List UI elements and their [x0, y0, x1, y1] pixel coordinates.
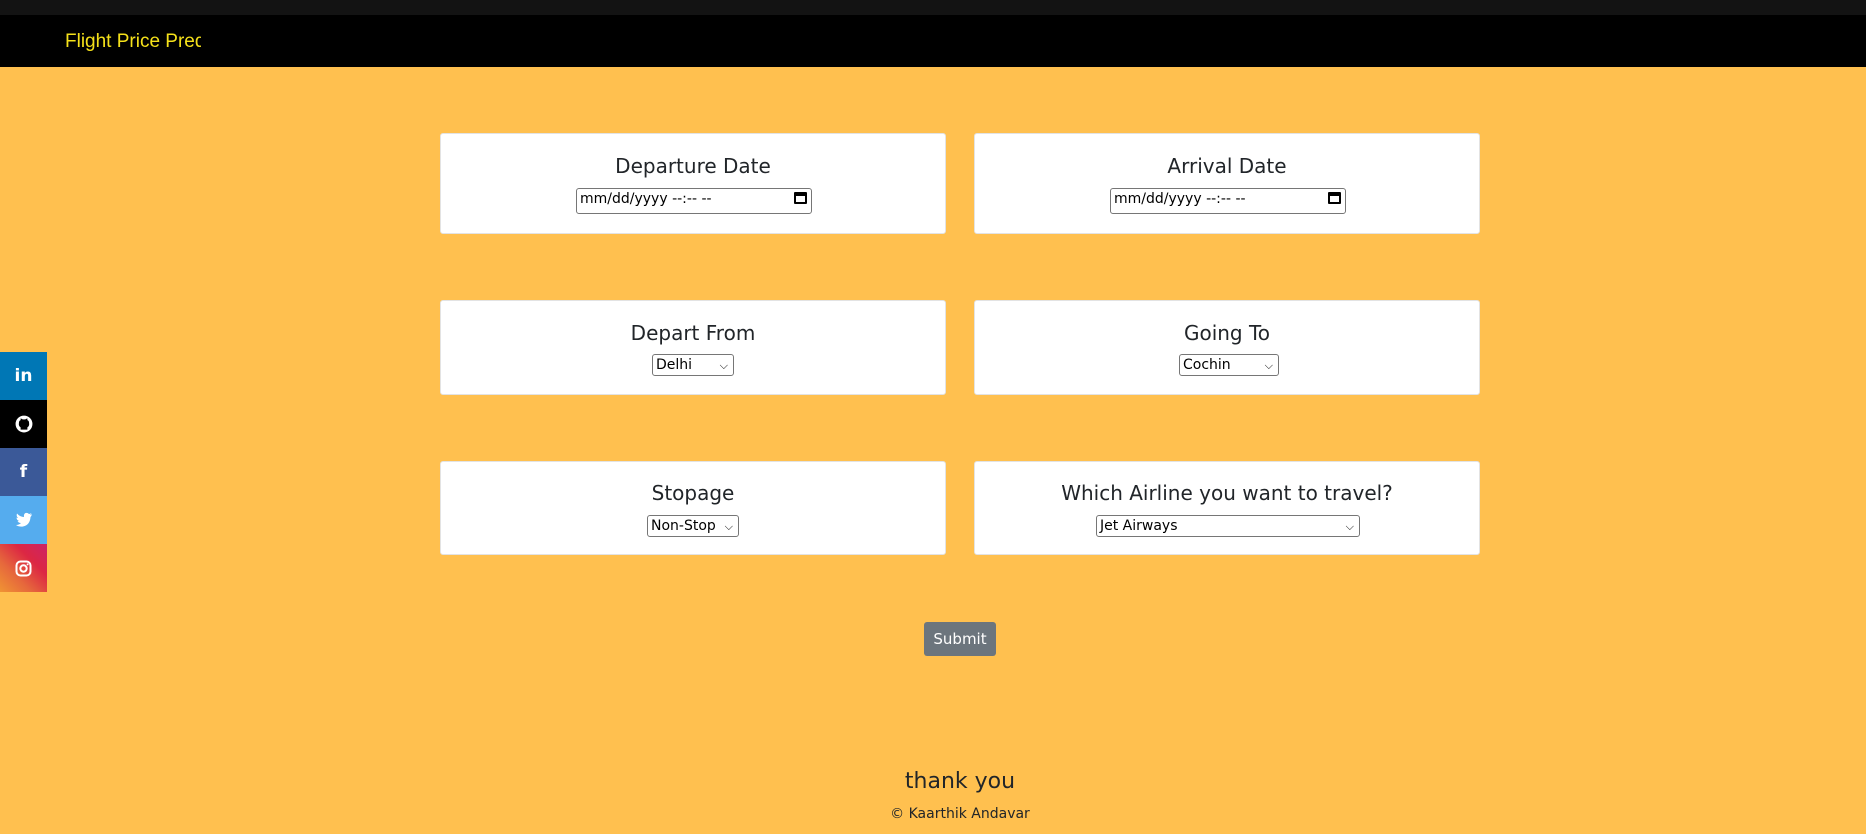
chevron-down-icon: ⌵: [724, 520, 733, 533]
depart-from-card: Depart From Delhi ⌵: [440, 300, 946, 395]
arrival-date-input[interactable]: mm/dd/yyyy --:-- --: [1110, 188, 1346, 214]
calendar-icon[interactable]: [794, 192, 807, 204]
going-to-card: Going To Cochin ⌵: [974, 300, 1480, 395]
twitter-icon: [15, 512, 32, 527]
chevron-down-icon: ⌵: [1264, 359, 1273, 372]
arrival-date-placeholder: mm/dd/yyyy --:-- --: [1114, 191, 1246, 207]
chevron-down-icon: ⌵: [719, 359, 728, 372]
thank-you-text: thank you: [904, 769, 1016, 794]
airline-card: Which Airline you want to travel? Jet Ai…: [974, 461, 1480, 555]
airline-label: Which Airline you want to travel?: [1061, 481, 1393, 505]
brand-wrap: Flight Price Predi: [65, 30, 201, 54]
arrival-date-card: Arrival Date mm/dd/yyyy --:-- --: [974, 133, 1480, 234]
github-button[interactable]: [0, 400, 47, 448]
arrival-date-label: Arrival Date: [1167, 154, 1287, 178]
stopage-select[interactable]: Non-Stop ⌵: [647, 515, 739, 537]
departure-date-input[interactable]: mm/dd/yyyy --:-- --: [576, 188, 812, 214]
copyright-text: © Kaarthik Andavar: [890, 806, 1030, 822]
stopage-value: Non-Stop: [651, 518, 716, 534]
stopage-label: Stopage: [651, 481, 735, 505]
depart-from-select[interactable]: Delhi ⌵: [652, 354, 734, 376]
instagram-button[interactable]: [0, 544, 47, 592]
facebook-button[interactable]: f: [0, 448, 47, 496]
airline-value: Jet Airways: [1100, 518, 1178, 534]
instagram-icon: [15, 560, 32, 576]
stopage-card: Stopage Non-Stop ⌵: [440, 461, 946, 555]
linkedin-button[interactable]: in: [0, 352, 47, 400]
going-to-value: Cochin: [1183, 357, 1231, 373]
github-icon: [15, 415, 32, 433]
calendar-icon[interactable]: [1328, 192, 1341, 204]
departure-date-placeholder: mm/dd/yyyy --:-- --: [580, 191, 712, 207]
brand-link[interactable]: Flight Price Predi: [65, 31, 201, 52]
navbar: Flight Price Predi: [0, 15, 1866, 67]
browser-top-strip: [0, 0, 1866, 15]
twitter-button[interactable]: [0, 496, 47, 544]
depart-from-label: Depart From: [630, 321, 756, 345]
departure-date-card: Departure Date mm/dd/yyyy --:-- --: [440, 133, 946, 234]
departure-date-label: Departure Date: [615, 154, 771, 178]
going-to-select[interactable]: Cochin ⌵: [1179, 354, 1279, 376]
going-to-label: Going To: [1183, 321, 1271, 345]
depart-from-value: Delhi: [656, 357, 693, 373]
submit-button[interactable]: Submit: [924, 622, 996, 656]
chevron-down-icon: ⌵: [1345, 520, 1354, 533]
linkedin-icon: in: [14, 366, 33, 386]
airline-select[interactable]: Jet Airways ⌵: [1096, 515, 1360, 537]
facebook-icon: f: [19, 462, 28, 482]
